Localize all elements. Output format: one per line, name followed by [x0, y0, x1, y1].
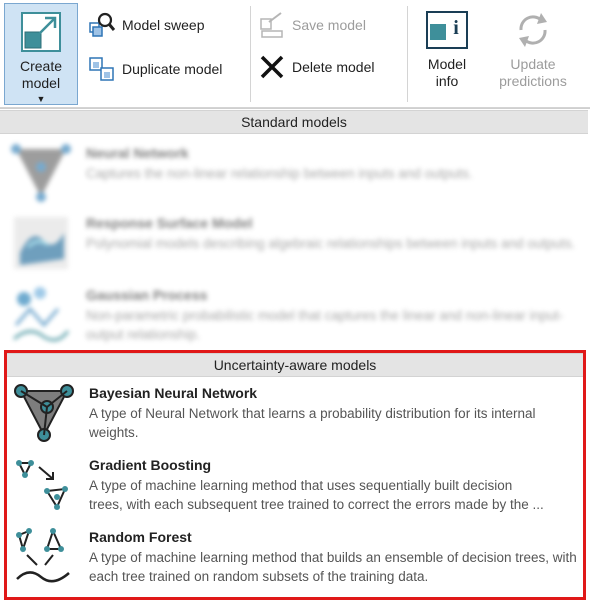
model-item-bayesian-neural-network[interactable]: Bayesian Neural Network A type of Neural… — [9, 379, 581, 449]
model-item-neural-network[interactable]: Neural Network Captures the non-linear r… — [6, 139, 584, 209]
ribbon-separator — [250, 6, 251, 102]
create-model-label: Create model — [19, 58, 63, 91]
delete-model-label: Delete model — [292, 59, 375, 75]
duplicate-model-label: Duplicate model — [122, 61, 223, 77]
description-line: A type of machine learning method that u… — [89, 478, 513, 493]
update-predictions-label: Update predictions — [499, 56, 567, 89]
refresh-icon — [519, 13, 547, 47]
create-model-icon — [21, 12, 61, 52]
chevron-down-icon: ▼ — [36, 94, 46, 104]
svg-text:i: i — [453, 17, 459, 39]
duplicate-icon — [89, 57, 114, 81]
info-icon: i — [426, 11, 468, 49]
uncertainty-models-highlight: Uncertainty-aware models Bayesian Neural… — [4, 350, 586, 600]
close-icon — [260, 55, 284, 79]
model-info-button[interactable]: i Model info — [414, 8, 480, 90]
model-description: A type of machine learning method that b… — [89, 550, 577, 584]
model-item-gradient-boosting[interactable]: Gradient Boosting A type of machine lear… — [9, 451, 581, 521]
gaussian-process-icon — [13, 287, 70, 342]
save-model-label: Save model — [292, 17, 366, 33]
ribbon-separator — [407, 6, 408, 102]
random-forest-icon — [16, 528, 70, 583]
save-icon — [260, 12, 283, 38]
create-model-dropdown: Standard models Neural Network Captures … — [0, 108, 590, 600]
neural-network-icon — [11, 144, 71, 202]
description-line: trees, with each subsequent tree trained… — [89, 497, 544, 512]
delete-model-button[interactable]: Delete model — [258, 52, 375, 82]
model-item-gaussian-process[interactable]: Gaussian Process Non-parametric probabil… — [6, 281, 584, 351]
model-title: Gradient Boosting — [89, 457, 212, 473]
model-description: A type of Neural Network that learns a p… — [89, 406, 536, 440]
uncertainty-models-header: Uncertainty-aware models — [7, 353, 583, 377]
model-sweep-icon — [89, 12, 116, 37]
model-title: Neural Network — [86, 145, 189, 161]
bayesian-neural-network-icon — [14, 384, 74, 442]
model-description: Polynomial models describing algebraic r… — [86, 236, 576, 251]
model-description: Non-parametric probabilistic model that … — [86, 308, 564, 342]
model-title: Gaussian Process — [86, 287, 208, 303]
model-title: Random Forest — [89, 529, 192, 545]
ribbon-toolbar: Create model ▼ Model sweep Duplicate mod… — [0, 0, 590, 108]
update-predictions-button[interactable]: Update predictions — [488, 8, 578, 90]
response-surface-icon — [14, 217, 68, 269]
duplicate-model-button[interactable]: Duplicate model — [88, 54, 222, 84]
model-item-response-surface[interactable]: Response Surface Model Polynomial models… — [6, 209, 584, 279]
model-sweep-button[interactable]: Model sweep — [88, 10, 205, 40]
model-info-label: Model info — [427, 56, 467, 89]
model-title: Bayesian Neural Network — [89, 385, 258, 401]
model-description: Captures the non-linear relationship bet… — [86, 166, 473, 181]
gradient-boosting-icon — [16, 460, 68, 510]
standard-models-header: Standard models — [0, 110, 588, 134]
model-item-random-forest[interactable]: Random Forest A type of machine learning… — [9, 523, 581, 593]
create-model-button[interactable]: Create model ▼ — [4, 3, 78, 105]
model-sweep-label: Model sweep — [122, 17, 205, 33]
model-title: Response Surface Model — [86, 215, 253, 231]
save-model-button[interactable]: Save model — [258, 10, 366, 40]
model-description: A type of machine learning method that u… — [89, 476, 581, 514]
